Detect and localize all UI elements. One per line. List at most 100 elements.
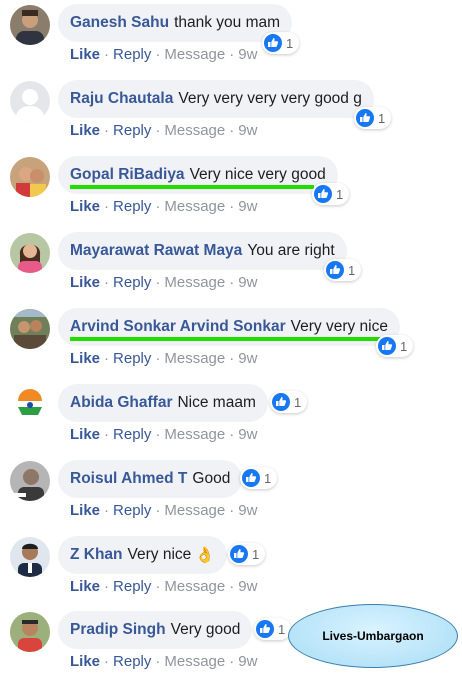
avatar[interactable]	[10, 612, 50, 652]
comment-item: Arvind Sonkar Arvind Sonkar Very very ni…	[0, 304, 462, 380]
comment-actions: Like · Reply · Message · 9w	[70, 653, 257, 670]
commenter-name[interactable]: Z Khan	[70, 546, 123, 564]
timestamp[interactable]: 9w	[238, 46, 257, 63]
like-link[interactable]: Like	[70, 653, 100, 670]
reaction-count[interactable]: 1	[376, 335, 414, 357]
comment-actions: Like · Reply · Message · 9w	[70, 426, 257, 443]
like-link[interactable]: Like	[70, 578, 100, 595]
avatar[interactable]	[10, 157, 50, 197]
message-link[interactable]: Message	[164, 653, 225, 670]
highlight-underline	[70, 337, 380, 341]
timestamp[interactable]: 9w	[238, 653, 257, 670]
message-link[interactable]: Message	[164, 502, 225, 519]
separator: ·	[229, 502, 235, 519]
message-link[interactable]: Message	[164, 274, 225, 291]
separator: ·	[155, 350, 161, 367]
separator: ·	[104, 46, 110, 63]
like-link[interactable]: Like	[70, 122, 100, 139]
separator: ·	[155, 122, 161, 139]
like-thumbs-up-icon	[264, 34, 282, 52]
reaction-number: 1	[294, 394, 302, 410]
comment-actions: Like · Reply · Message · 9w	[70, 502, 257, 519]
avatar[interactable]	[10, 309, 50, 349]
commenter-name[interactable]: Gopal RiBadiya	[70, 166, 185, 184]
like-link[interactable]: Like	[70, 198, 100, 215]
reaction-count[interactable]: 1	[262, 32, 300, 54]
commenter-name[interactable]: Arvind Sonkar Arvind Sonkar	[70, 318, 286, 336]
message-link[interactable]: Message	[164, 426, 225, 443]
like-link[interactable]: Like	[70, 426, 100, 443]
like-thumbs-up-icon	[256, 620, 274, 638]
reaction-count[interactable]: 1	[354, 107, 392, 129]
like-thumbs-up-icon	[230, 545, 248, 563]
separator: ·	[229, 578, 235, 595]
reply-link[interactable]: Reply	[113, 350, 151, 367]
message-link[interactable]: Message	[164, 578, 225, 595]
reply-link[interactable]: Reply	[113, 198, 151, 215]
timestamp[interactable]: 9w	[238, 426, 257, 443]
timestamp[interactable]: 9w	[238, 274, 257, 291]
timestamp[interactable]: 9w	[238, 502, 257, 519]
message-link[interactable]: Message	[164, 198, 225, 215]
reaction-count[interactable]: 1	[240, 467, 278, 489]
like-link[interactable]: Like	[70, 46, 100, 63]
reaction-number: 1	[400, 338, 408, 354]
separator: ·	[104, 122, 110, 139]
reaction-count[interactable]: 1	[228, 543, 266, 565]
separator: ·	[229, 198, 235, 215]
reaction-count[interactable]: 1	[270, 391, 308, 413]
commenter-name[interactable]: Mayarawat Rawat Maya	[70, 242, 242, 260]
like-link[interactable]: Like	[70, 502, 100, 519]
message-link[interactable]: Message	[164, 46, 225, 63]
separator: ·	[104, 578, 110, 595]
like-link[interactable]: Like	[70, 274, 100, 291]
comment-actions: Like · Reply · Message · 9w	[70, 122, 257, 139]
timestamp[interactable]: 9w	[238, 122, 257, 139]
separator: ·	[229, 46, 235, 63]
timestamp[interactable]: 9w	[238, 350, 257, 367]
separator: ·	[155, 274, 161, 291]
like-link[interactable]: Like	[70, 350, 100, 367]
avatar[interactable]	[10, 537, 50, 577]
separator: ·	[104, 426, 110, 443]
commenter-name[interactable]: Ganesh Sahu	[70, 14, 169, 32]
separator: ·	[104, 198, 110, 215]
comment-actions: Like · Reply · Message · 9w	[70, 274, 257, 291]
reply-link[interactable]: Reply	[113, 122, 151, 139]
reply-link[interactable]: Reply	[113, 653, 151, 670]
reaction-count[interactable]: 1	[254, 618, 292, 640]
separator: ·	[155, 502, 161, 519]
message-link[interactable]: Message	[164, 122, 225, 139]
reply-link[interactable]: Reply	[113, 502, 151, 519]
timestamp[interactable]: 9w	[238, 578, 257, 595]
avatar[interactable]	[10, 5, 50, 45]
reaction-number: 1	[336, 186, 344, 202]
comment-bubble: Z Khan Very nice 👌	[58, 536, 227, 574]
avatar[interactable]	[10, 461, 50, 501]
comment-bubble: Roisul Ahmed T Good	[58, 460, 243, 498]
timestamp[interactable]: 9w	[238, 198, 257, 215]
reply-link[interactable]: Reply	[113, 274, 151, 291]
comment-actions: Like · Reply · Message · 9w	[70, 350, 257, 367]
commenter-name[interactable]: Roisul Ahmed T	[70, 470, 187, 488]
reply-link[interactable]: Reply	[113, 578, 151, 595]
commenter-name[interactable]: Abida Ghaffar	[70, 394, 172, 412]
avatar[interactable]	[10, 233, 50, 273]
comment-text: Very nice very good	[189, 166, 326, 183]
comment-actions: Like · Reply · Message · 9w	[70, 46, 257, 63]
reaction-count[interactable]: 1	[324, 259, 362, 281]
reaction-number: 1	[264, 470, 272, 486]
reaction-count[interactable]: 1	[312, 183, 350, 205]
reply-link[interactable]: Reply	[113, 46, 151, 63]
avatar[interactable]	[10, 81, 50, 121]
comment-text: Very very nice	[290, 318, 388, 335]
commenter-name[interactable]: Pradip Singh	[70, 621, 166, 639]
comment-item: Mayarawat Rawat Maya You are right 1 Lik…	[0, 228, 462, 304]
message-link[interactable]: Message	[164, 350, 225, 367]
comment-bubble: Abida Ghaffar Nice maam	[58, 384, 268, 422]
comment-text: Very good	[170, 621, 241, 638]
separator: ·	[155, 46, 161, 63]
avatar[interactable]	[10, 385, 50, 425]
reply-link[interactable]: Reply	[113, 426, 151, 443]
commenter-name[interactable]: Raju Chautala	[70, 90, 173, 108]
